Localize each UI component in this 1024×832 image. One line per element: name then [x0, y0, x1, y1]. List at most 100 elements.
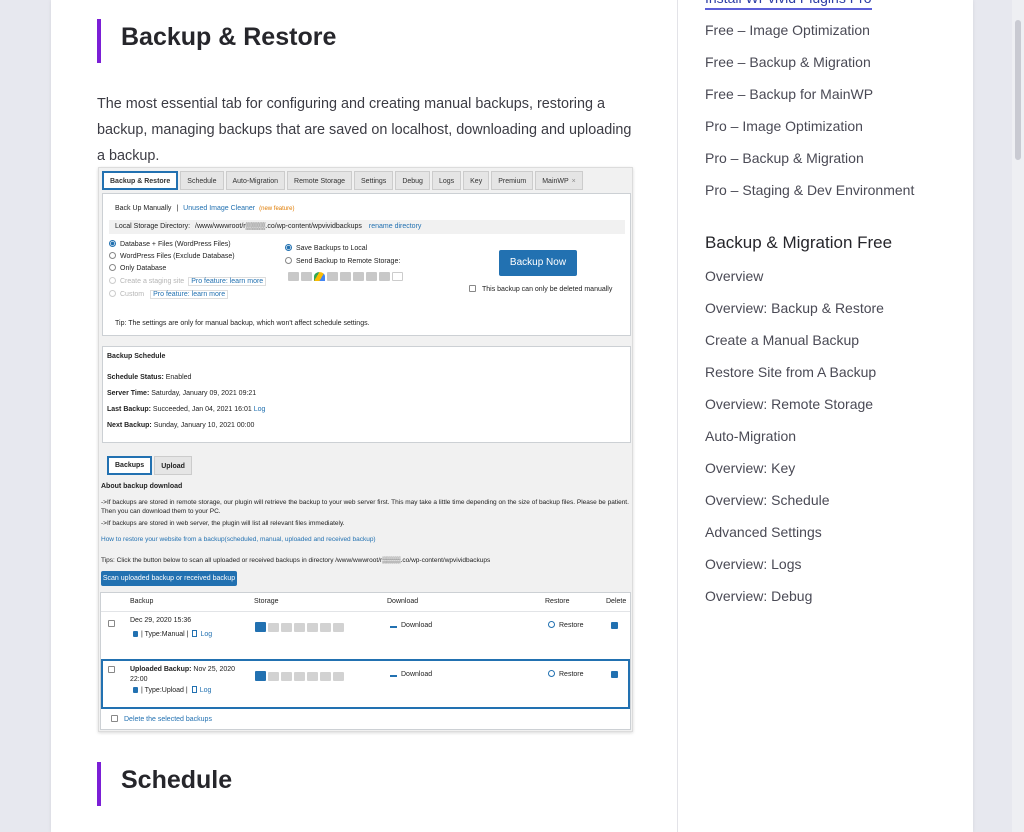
manual-backup-header: Back Up Manually | Unused Image Cleaner …	[115, 205, 294, 212]
scrollbar-thumb[interactable]	[1015, 20, 1021, 160]
restore-link[interactable]: Restore	[548, 670, 584, 678]
sidebar-link-install-pro[interactable]: Install WPvivid Plugins Pro	[705, 0, 872, 10]
restore-link[interactable]: Restore	[548, 621, 584, 629]
row-checkbox[interactable]	[108, 666, 115, 673]
sidebar-link-debug[interactable]: Overview: Debug	[705, 588, 812, 604]
option-label: This backup can only be deleted manually	[482, 286, 613, 293]
sidebar-link-free-mainwp[interactable]: Free – Backup for MainWP	[705, 86, 873, 102]
download-label: Download	[401, 622, 433, 629]
row-checkbox[interactable]	[108, 620, 115, 627]
server-time-line: Server Time: Saturday, January 09, 2021 …	[107, 390, 256, 397]
tab-backup-restore[interactable]: Backup & Restore	[102, 171, 179, 190]
log-link[interactable]: Log	[200, 687, 212, 694]
sidebar-link-advanced-settings[interactable]: Advanced Settings	[705, 524, 822, 540]
ftp-icon	[268, 671, 279, 681]
last-backup-line: Last Backup: Succeeded, Jan 04, 2021 16:…	[107, 406, 265, 413]
sidebar-link-overview-backup-restore[interactable]: Overview: Backup & Restore	[705, 300, 884, 316]
onedrive-icon	[340, 272, 351, 281]
uploaded-backup-label: Uploaded Backup:	[130, 666, 192, 673]
download-label: Download	[401, 671, 433, 678]
sidebar-link-pro-backup[interactable]: Pro – Backup & Migration	[705, 150, 864, 166]
sidebar-link-free-backup[interactable]: Free – Backup & Migration	[705, 54, 871, 70]
tab-upload[interactable]: Upload	[154, 456, 192, 475]
delete-manually-option[interactable]: This backup can only be deleted manually	[469, 285, 612, 293]
checkbox[interactable]	[111, 715, 118, 722]
tip-label: Tip:	[115, 320, 127, 327]
section-heading-schedule: Schedule	[97, 762, 232, 806]
google-drive-icon	[294, 622, 305, 632]
tab-remote-storage[interactable]: Remote Storage	[287, 171, 353, 190]
tab-key[interactable]: Key	[463, 171, 490, 190]
lock-icon[interactable]	[133, 687, 138, 693]
tab-backups[interactable]: Backups	[107, 456, 153, 475]
scrollbar[interactable]	[1012, 0, 1024, 832]
tab-settings[interactable]: Settings	[354, 171, 394, 190]
log-link[interactable]: Log	[254, 406, 266, 413]
download-link[interactable]: Download	[390, 670, 432, 678]
radio[interactable]	[109, 264, 116, 271]
local-storage-icon	[255, 671, 266, 681]
dropbox-icon	[307, 622, 318, 632]
tab-schedule[interactable]: Schedule	[180, 171, 224, 190]
ftp-icon	[268, 622, 279, 632]
tab-logs[interactable]: Logs	[431, 171, 462, 190]
radio-checked[interactable]	[109, 240, 116, 247]
sftp-icon	[281, 622, 292, 632]
scan-backup-button[interactable]: Scan uploaded backup or received backup	[101, 571, 237, 586]
sidebar-link-remote-storage[interactable]: Overview: Remote Storage	[705, 396, 873, 412]
sidebar-link-logs[interactable]: Overview: Logs	[705, 556, 801, 572]
option-wp-files[interactable]: WordPress Files (Exclude Database)	[109, 252, 235, 260]
sidebar-link-pro-staging[interactable]: Pro – Staging & Dev Environment	[705, 182, 914, 198]
new-feature-badge: (new feature)	[259, 206, 295, 212]
pro-feature-link[interactable]: Pro feature: learn more	[188, 277, 267, 286]
radio[interactable]	[109, 252, 116, 259]
sidebar-link-free-image[interactable]: Free – Image Optimization	[705, 22, 870, 38]
trash-icon[interactable]	[611, 671, 618, 678]
remote-storage-icons	[288, 272, 405, 281]
trash-icon[interactable]	[611, 622, 618, 629]
option-custom: Custom Pro feature: learn more	[109, 290, 229, 299]
table-row: Uploaded Backup: Nov 25, 2020 22:00 | Ty…	[101, 659, 630, 709]
tab-auto-migration[interactable]: Auto-Migration	[225, 171, 286, 190]
sidebar-link-restore-site[interactable]: Restore Site from A Backup	[705, 364, 876, 380]
delete-selected-link[interactable]: Delete the selected backups	[124, 716, 212, 723]
tab-mainwp[interactable]: MainWP ×	[535, 171, 583, 190]
how-to-restore-link[interactable]: How to restore your website from a backu…	[101, 536, 376, 543]
radio[interactable]	[285, 257, 292, 264]
tab-premium[interactable]: Premium	[491, 171, 534, 190]
local-dir-value: /www/wwwroot/r▒▒▒▒.co/wp-content/wpvivid…	[195, 223, 362, 230]
storage-icons	[255, 671, 346, 681]
sidebar-link-key[interactable]: Overview: Key	[705, 460, 795, 476]
sidebar-link-pro-image[interactable]: Pro – Image Optimization	[705, 118, 863, 134]
radio-checked[interactable]	[285, 244, 292, 251]
unused-image-cleaner-link[interactable]: Unused Image Cleaner	[183, 205, 255, 212]
restore-icon	[548, 621, 555, 628]
sidebar-link-overview[interactable]: Overview	[705, 268, 763, 284]
value: Sunday, January 10, 2021 00:00	[153, 422, 255, 429]
rename-directory-link[interactable]: rename directory	[369, 223, 422, 230]
download-link[interactable]: Download	[390, 621, 432, 629]
pro-feature-link[interactable]: Pro feature: learn more	[150, 290, 229, 299]
section-heading-backup-restore: Backup & Restore	[97, 19, 336, 63]
option-staging: Create a staging site Pro feature: learn …	[109, 277, 267, 286]
lock-icon[interactable]	[133, 631, 138, 637]
option-only-db[interactable]: Only Database	[109, 264, 166, 272]
log-link[interactable]: Log	[200, 631, 212, 638]
send-remote-option[interactable]: Send Backup to Remote Storage:	[285, 257, 400, 265]
sidebar-link-create-manual-backup[interactable]: Create a Manual Backup	[705, 332, 859, 348]
option-db-files[interactable]: Database + Files (WordPress Files)	[109, 240, 231, 248]
sidebar-link-schedule[interactable]: Overview: Schedule	[705, 492, 830, 508]
tab-debug[interactable]: Debug	[395, 171, 430, 190]
backup-now-button[interactable]: Backup Now	[499, 250, 577, 276]
manual-backup-panel: Back Up Manually | Unused Image Cleaner …	[102, 193, 631, 336]
dropbox-icon	[307, 671, 318, 681]
sidebar-section-title: Backup & Migration Free	[705, 233, 893, 252]
add-storage-icon	[392, 272, 403, 281]
save-local-option[interactable]: Save Backups to Local	[285, 244, 367, 252]
sidebar-link-auto-migration[interactable]: Auto-Migration	[705, 428, 796, 444]
delete-selected-row[interactable]: Delete the selected backups	[111, 715, 212, 723]
col-storage: Storage	[254, 598, 279, 605]
checkbox[interactable]	[469, 285, 476, 292]
close-icon[interactable]: ×	[572, 178, 576, 185]
backup-date: Uploaded Backup: Nov 25, 2020 22:00	[130, 665, 240, 685]
